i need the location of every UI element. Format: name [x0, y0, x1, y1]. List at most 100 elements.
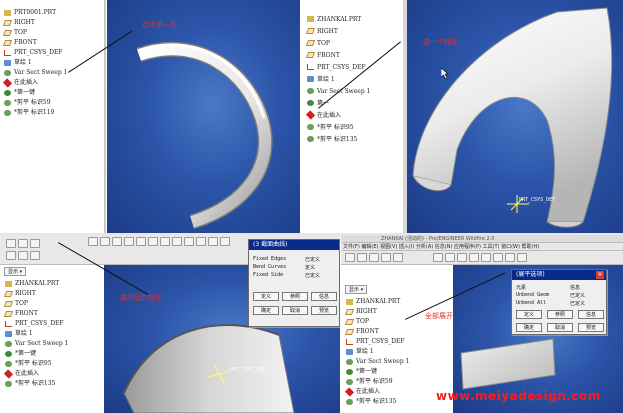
tree-item[interactable]: RIGHT [3, 289, 103, 299]
toolbar-button[interactable] [208, 237, 218, 246]
toolbar-button[interactable] [112, 237, 122, 246]
tree-item[interactable]: FRONT [2, 38, 102, 48]
reference-button[interactable]: 参照 [282, 292, 308, 301]
undo-icon[interactable] [88, 237, 98, 246]
tree-item[interactable]: 草绘 1 [344, 347, 452, 357]
annotation-label: 全部展开 [425, 312, 453, 320]
dialog-row-label[interactable]: Bend Curves [253, 264, 286, 270]
toolbar-button[interactable] [517, 253, 527, 262]
toolbar-button[interactable] [6, 251, 16, 260]
tree-item[interactable]: 在此插入 [305, 110, 403, 122]
toolbar-button[interactable] [18, 251, 28, 260]
sweep-icon [346, 359, 353, 365]
toolbar-button[interactable] [172, 237, 182, 246]
cancel-button[interactable]: 取消 [547, 323, 573, 332]
ok-button[interactable]: 确定 [253, 306, 279, 315]
dialog-row-label[interactable]: Fixed Side [253, 272, 283, 278]
ok-button[interactable]: 确定 [516, 323, 542, 332]
toolbar-button[interactable] [184, 237, 194, 246]
tree-item[interactable]: RIGHT [305, 26, 403, 38]
tree-item[interactable]: 在此插入 [2, 78, 102, 88]
tree-item[interactable]: TOP [3, 299, 103, 309]
toolbar-button[interactable] [493, 253, 503, 262]
tree-item[interactable]: PRT_CSYS_DEF [2, 48, 102, 58]
tree-item[interactable]: PRT_CSYS_DEF [305, 62, 403, 74]
toolbar-button[interactable] [369, 253, 379, 262]
tree-item[interactable]: 第一 [305, 98, 403, 110]
tree-item[interactable]: FRONT [3, 309, 103, 319]
flatten-icon [5, 381, 12, 387]
toolbar-button[interactable] [381, 253, 391, 262]
toolbar-button[interactable] [30, 251, 40, 260]
tree-item[interactable]: *剪平 标识135 [305, 134, 403, 146]
toolbar-button[interactable] [220, 237, 230, 246]
tree-item[interactable]: ZHANKAI.PRT [3, 279, 103, 289]
tree-item[interactable]: *剪平 标识119 [2, 108, 102, 118]
dialog-row-label[interactable]: Unbend Geom [516, 292, 549, 298]
toolbar-button[interactable] [160, 237, 170, 246]
tree-item[interactable]: Var Sect Sweep 1 [3, 339, 103, 349]
tree-item[interactable]: *第一键 [344, 367, 452, 377]
define-button[interactable]: 定义 [516, 310, 542, 319]
tree-item[interactable]: Var Sect Sweep 1 [305, 86, 403, 98]
menu-items[interactable]: 文件(F) 编辑(E) 视图(V) 插入(I) 分析(A) 信息(N) 应用程序… [343, 243, 539, 250]
tree-item[interactable]: *剪平 标识59 [344, 377, 452, 387]
toolbar-button[interactable] [357, 253, 367, 262]
tree-item[interactable]: Var Sect Sweep 1 [2, 68, 102, 78]
toolbar-button[interactable] [345, 253, 355, 262]
tree-item[interactable]: 草绘 1 [3, 329, 103, 339]
show-dropdown[interactable]: 显示 ▾ [4, 267, 27, 276]
toolbar-button[interactable] [505, 253, 515, 262]
define-button[interactable]: 定义 [253, 292, 279, 301]
tree-item[interactable]: Var Sect Sweep 1 [344, 357, 452, 367]
close-icon[interactable]: × [596, 271, 604, 279]
flatten-icon [4, 110, 11, 116]
dialog-row-label[interactable]: Fixed Edges [253, 256, 286, 262]
cancel-button[interactable]: 取消 [282, 306, 308, 315]
csys-icon [307, 64, 314, 70]
graphics-window[interactable] [107, 0, 300, 233]
tree-item[interactable]: PRT_CSYS_DEF [344, 337, 452, 347]
toolbar-button[interactable] [469, 253, 479, 262]
toolbar-button[interactable] [196, 237, 206, 246]
tree-item[interactable]: 在此插入 [3, 369, 103, 379]
toolbar-button[interactable] [148, 237, 158, 246]
tree-item[interactable]: PRT0001.PRT [2, 8, 102, 18]
toolbar-button[interactable] [18, 239, 28, 248]
tree-item[interactable]: *剪平 标识135 [3, 379, 103, 389]
redo-icon[interactable] [445, 253, 455, 262]
show-dropdown[interactable]: 显示 ▾ [345, 285, 368, 294]
tree-item[interactable]: *剪平 标识95 [3, 359, 103, 369]
toolbar-button[interactable] [124, 237, 134, 246]
tree-item[interactable]: *第一键 [3, 349, 103, 359]
tree-item[interactable]: TOP [305, 38, 403, 50]
undo-icon[interactable] [433, 253, 443, 262]
toolbar-button[interactable] [6, 239, 16, 248]
dialog-row-label[interactable]: Unbend All [516, 300, 546, 306]
toolbar-button[interactable] [457, 253, 467, 262]
tree-item[interactable]: *剪平 标识95 [305, 122, 403, 134]
graphics-window[interactable]: PRT_CSYS_DEF [407, 0, 623, 233]
half-pipe-model [412, 7, 613, 228]
sweep-icon [5, 341, 12, 347]
tree-item[interactable]: FRONT [344, 327, 452, 337]
preview-button[interactable]: 预览 [311, 306, 337, 315]
toolbar-button[interactable] [136, 237, 146, 246]
info-button[interactable]: 信息 [311, 292, 337, 301]
toolbar-button[interactable] [481, 253, 491, 262]
plane-icon [305, 52, 316, 58]
tree-item[interactable]: RIGHT [2, 18, 102, 28]
toolbar-button[interactable] [393, 253, 403, 262]
toolbar-button[interactable] [30, 239, 40, 248]
tree-item[interactable]: PRT_CSYS_DEF [3, 319, 103, 329]
tree-item[interactable]: *剪平 标识59 [2, 98, 102, 108]
reference-button[interactable]: 参照 [547, 310, 573, 319]
tree-item[interactable]: TOP [2, 28, 102, 38]
preview-button[interactable]: 预览 [578, 323, 604, 332]
plane-icon [2, 40, 13, 46]
tree-item[interactable]: *第一键 [2, 88, 102, 98]
info-button[interactable]: 信息 [578, 310, 604, 319]
redo-icon[interactable] [100, 237, 110, 246]
tree-item[interactable]: ZHANKAI.PRT [305, 14, 403, 26]
sketch-icon [346, 349, 353, 355]
